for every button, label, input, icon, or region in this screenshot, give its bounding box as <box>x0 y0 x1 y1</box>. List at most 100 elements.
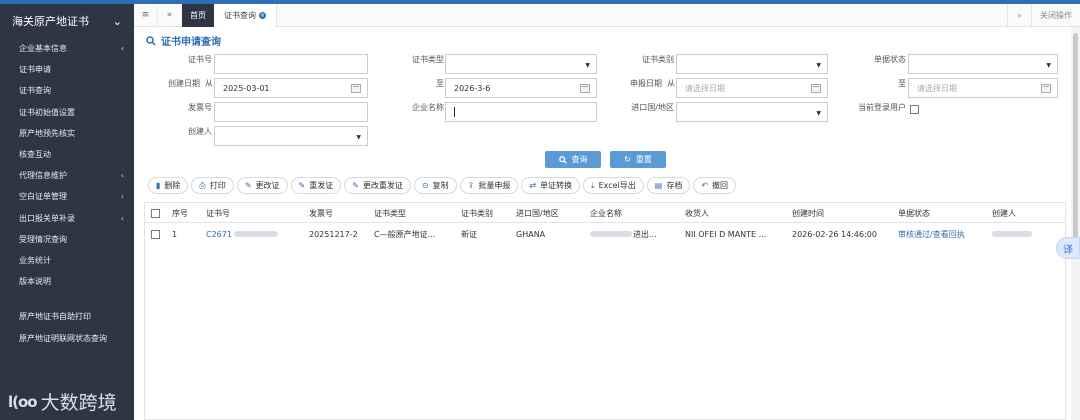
search-icon <box>558 155 567 164</box>
company-name-input[interactable] <box>445 102 597 122</box>
vertical-scrollbar[interactable] <box>1071 27 1080 420</box>
chevron-down-icon[interactable]: ⌄ <box>113 15 122 28</box>
row-index: 1 <box>172 229 178 239</box>
caret-down-icon: ▼ <box>356 134 361 141</box>
row-status-link[interactable]: 审核通过/查看回执 <box>898 224 965 244</box>
cert-no-input[interactable] <box>214 54 368 74</box>
current-user-checkbox[interactable] <box>910 105 919 114</box>
redacted-text <box>233 231 278 237</box>
excel-export-button[interactable]: ⤓ Excel导出 <box>583 177 644 194</box>
sidebar-item-cert-query[interactable]: 证书查询 <box>0 80 134 101</box>
close-operations-button[interactable]: 关闭操作 <box>1031 4 1080 27</box>
select-all-checkbox[interactable] <box>151 203 160 223</box>
scrollbar-thumb[interactable] <box>1073 33 1078 243</box>
sidebar-item-cert-apply[interactable]: 证书申请 <box>0 59 134 80</box>
modify-cert-button[interactable]: ✎ 更改证 <box>236 177 288 194</box>
cert-type-label: 证书类型 <box>412 55 444 64</box>
apply-date-to-label: 至 <box>898 79 906 88</box>
sidebar-item-self-print[interactable]: 原产地证书自助打印 <box>0 306 134 327</box>
print-button[interactable]: ⎙ 打印 <box>191 177 234 194</box>
caret-down-icon: ▼ <box>585 62 590 69</box>
creator-select[interactable]: ▼ <box>214 126 368 146</box>
chevron-left-icon: ‹ <box>120 171 124 181</box>
edit-icon: ✎ <box>244 181 252 190</box>
archive-button[interactable]: ▤ 存档 <box>646 177 691 194</box>
col-index: 序号 <box>172 208 188 218</box>
watermark: l(oo 大数跨境 <box>8 388 117 415</box>
tab-scroll-forward-icon[interactable]: » <box>1007 4 1031 27</box>
download-icon: ⤓ <box>591 180 595 190</box>
reset-icon: ↻ <box>624 155 631 164</box>
search-icon <box>146 35 156 46</box>
country-select[interactable]: ▼ <box>676 102 828 122</box>
sidebar-item-blank-docs[interactable]: 空白证单管理 ‹ <box>0 186 134 207</box>
delete-button[interactable]: ▮ 删除 <box>148 177 189 194</box>
watermark-text: 大数跨境 <box>40 392 117 414</box>
sidebar-item-statistics[interactable]: 业务统计 <box>0 250 134 271</box>
batch-declare-button[interactable]: ⇪ 批量申报 <box>459 177 519 194</box>
cert-category-select[interactable]: ▼ <box>676 54 828 74</box>
sidebar-nav: 企业基本信息 ‹ 证书申请 证书查询 证书初始值设置 原产地预先核实 核查互动 代… <box>0 38 134 349</box>
menu-toggle-icon[interactable]: ≡ <box>134 3 158 27</box>
create-date-to-label: 至 <box>436 79 444 88</box>
caret-down-icon: ▼ <box>1046 62 1051 69</box>
modify-reissue-button[interactable]: ✎ 更改重发证 <box>344 177 411 194</box>
table-header: 序号 证书号 发票号 证书类型 证书类别 进口国/地区 企业名称 收货人 创建时… <box>145 203 1065 223</box>
sidebar-item-pre-verify[interactable]: 原产地预先核实 <box>0 123 134 144</box>
table-row[interactable]: 1 C2671 20251217-2 C—般原产地证... 新证 GHANA 进… <box>145 224 1065 244</box>
doc-convert-button[interactable]: ⇄ 单证转换 <box>521 177 581 194</box>
tab-home[interactable]: 首页 <box>182 3 214 27</box>
redacted-text <box>992 231 1032 237</box>
sidebar-item-check-interact[interactable]: 核查互动 <box>0 144 134 165</box>
row-cert-no-link[interactable]: C2671 <box>206 224 278 244</box>
cert-no-label: 证书号 <box>188 55 212 64</box>
col-cert-no: 证书号 <box>206 208 230 218</box>
doc-status-label: 单据状态 <box>874 55 906 64</box>
col-cert-category: 证书类别 <box>461 208 493 218</box>
invoice-no-input[interactable] <box>214 102 368 122</box>
translate-float-button[interactable]: 译 <box>1056 237 1080 259</box>
search-button[interactable]: 查询 <box>545 151 601 168</box>
create-date-from-input[interactable]: 2025-03-01 <box>214 78 368 98</box>
reissue-cert-button[interactable]: ✎ 重发证 <box>290 177 342 194</box>
sidebar-item-version[interactable]: 版本说明 <box>0 271 134 292</box>
create-date-to-input[interactable]: 2026-3-6 <box>445 78 597 98</box>
sidebar-item-agent-info[interactable]: 代理信息维护 ‹ <box>0 165 134 186</box>
current-user-label: 当前登录用户 <box>858 103 906 112</box>
sidebar-item-acceptance[interactable]: 受理情况查询 <box>0 229 134 250</box>
sidebar-item-export-declaration[interactable]: 出口报关单补录 ‹ <box>0 208 134 229</box>
col-consignee: 收货人 <box>685 208 709 218</box>
apply-date-to-input[interactable]: 请选择日期 <box>908 78 1058 98</box>
copy-button[interactable]: ⊙ 复制 <box>413 177 457 194</box>
cert-type-select[interactable]: ▼ <box>445 54 597 74</box>
edit-icon: ✎ <box>352 181 359 190</box>
doc-status-select[interactable]: ▼ <box>908 54 1058 74</box>
tab-scroll-back-icon[interactable]: « <box>158 3 182 27</box>
calendar-icon <box>1041 84 1051 93</box>
creator-label: 创建人 <box>188 127 212 136</box>
results-table: 序号 证书号 发票号 证书类型 证书类别 进口国/地区 企业名称 收货人 创建时… <box>144 202 1066 420</box>
row-checkbox[interactable] <box>151 224 160 244</box>
row-invoice-no: 20251217-2 <box>309 229 358 239</box>
col-country: 进口国/地区 <box>516 208 559 218</box>
row-creator <box>992 224 1032 244</box>
invoice-no-label: 发票号 <box>188 103 212 112</box>
sidebar-header[interactable]: 海关原产地证书 ⌄ <box>0 4 134 38</box>
apply-date-from-input[interactable]: 请选择日期 <box>676 78 828 98</box>
reset-button[interactable]: ↻ 重置 <box>610 151 666 168</box>
withdraw-button[interactable]: ↶ 撤回 <box>693 177 737 194</box>
sidebar-item-company-info[interactable]: 企业基本信息 ‹ <box>0 38 134 59</box>
create-date-label: 创建日期 <box>168 79 200 88</box>
trash-icon: ▮ <box>156 181 161 190</box>
sidebar-item-network-status[interactable]: 原产地证明联网状态查询 <box>0 327 134 348</box>
row-created-time: 2026-02-26 14:46:00 <box>792 229 877 239</box>
content-panel: 证书申请查询 证书号 证书类型 ▼ 证书类别 ▼ 单据状态 ▼ 创建日期 从 2… <box>134 27 1071 420</box>
undo-icon: ↶ <box>701 181 709 190</box>
action-toolbar: ▮ 删除 ⎙ 打印 ✎ 更改证 ✎ 重发证 ✎ 更改重发证 ⊙ 复制 ⇪ 批量申报 ⇄ 单证转换… <box>148 177 737 194</box>
apply-date-label: 申报日期 <box>630 79 662 88</box>
sidebar-item-cert-init[interactable]: 证书初始值设置 <box>0 102 134 123</box>
chevron-left-icon: ‹ <box>120 192 124 202</box>
tab-cert-query[interactable]: 证书查询 × <box>214 3 277 27</box>
close-icon[interactable]: × <box>259 11 266 19</box>
apply-date-from-label: 从 <box>667 79 675 88</box>
